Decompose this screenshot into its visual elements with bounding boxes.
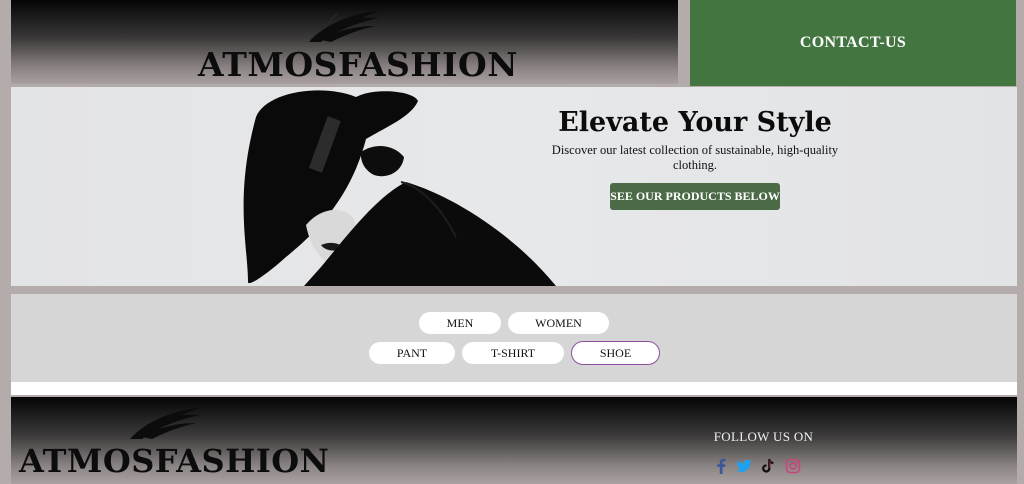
footer: ATMOSFASHION FOLLOW US ON: [11, 397, 1017, 484]
filter-tshirt-button[interactable]: T-SHIRT: [462, 342, 564, 364]
see-products-button[interactable]: SEE OUR PRODUCTS BELOW: [610, 183, 780, 210]
instagram-icon[interactable]: [785, 458, 801, 474]
twitter-icon[interactable]: [736, 458, 752, 474]
hero-subtitle: Discover our latest collection of sustai…: [551, 143, 839, 172]
hero-title: Elevate Your Style: [558, 107, 832, 138]
filter-pant-button[interactable]: PANT: [369, 342, 455, 364]
contact-us-button[interactable]: CONTACT-US: [690, 0, 1016, 86]
header-logo-banner: ATMOSFASHION: [11, 0, 678, 84]
footer-brand-name: ATMOSFASHION: [19, 442, 330, 480]
header-brand-name: ATMOSFASHION: [198, 45, 518, 84]
section-divider: [11, 382, 1017, 395]
hero-banner: Elevate Your Style Discover our latest c…: [11, 87, 1017, 286]
tiktok-icon[interactable]: [760, 458, 776, 474]
filter-men-button[interactable]: MEN: [419, 312, 501, 334]
category-filter-panel: MEN WOMEN PANT T-SHIRT SHOE: [11, 294, 1017, 382]
wing-logo-icon: [309, 10, 381, 42]
filter-shoe-button[interactable]: SHOE: [571, 341, 660, 365]
filter-women-button[interactable]: WOMEN: [508, 312, 609, 334]
footer-wing-logo-icon: [130, 407, 202, 439]
follow-us-label: FOLLOW US ON: [713, 429, 814, 444]
hero-model-image: [243, 90, 556, 286]
facebook-icon[interactable]: [713, 458, 729, 474]
